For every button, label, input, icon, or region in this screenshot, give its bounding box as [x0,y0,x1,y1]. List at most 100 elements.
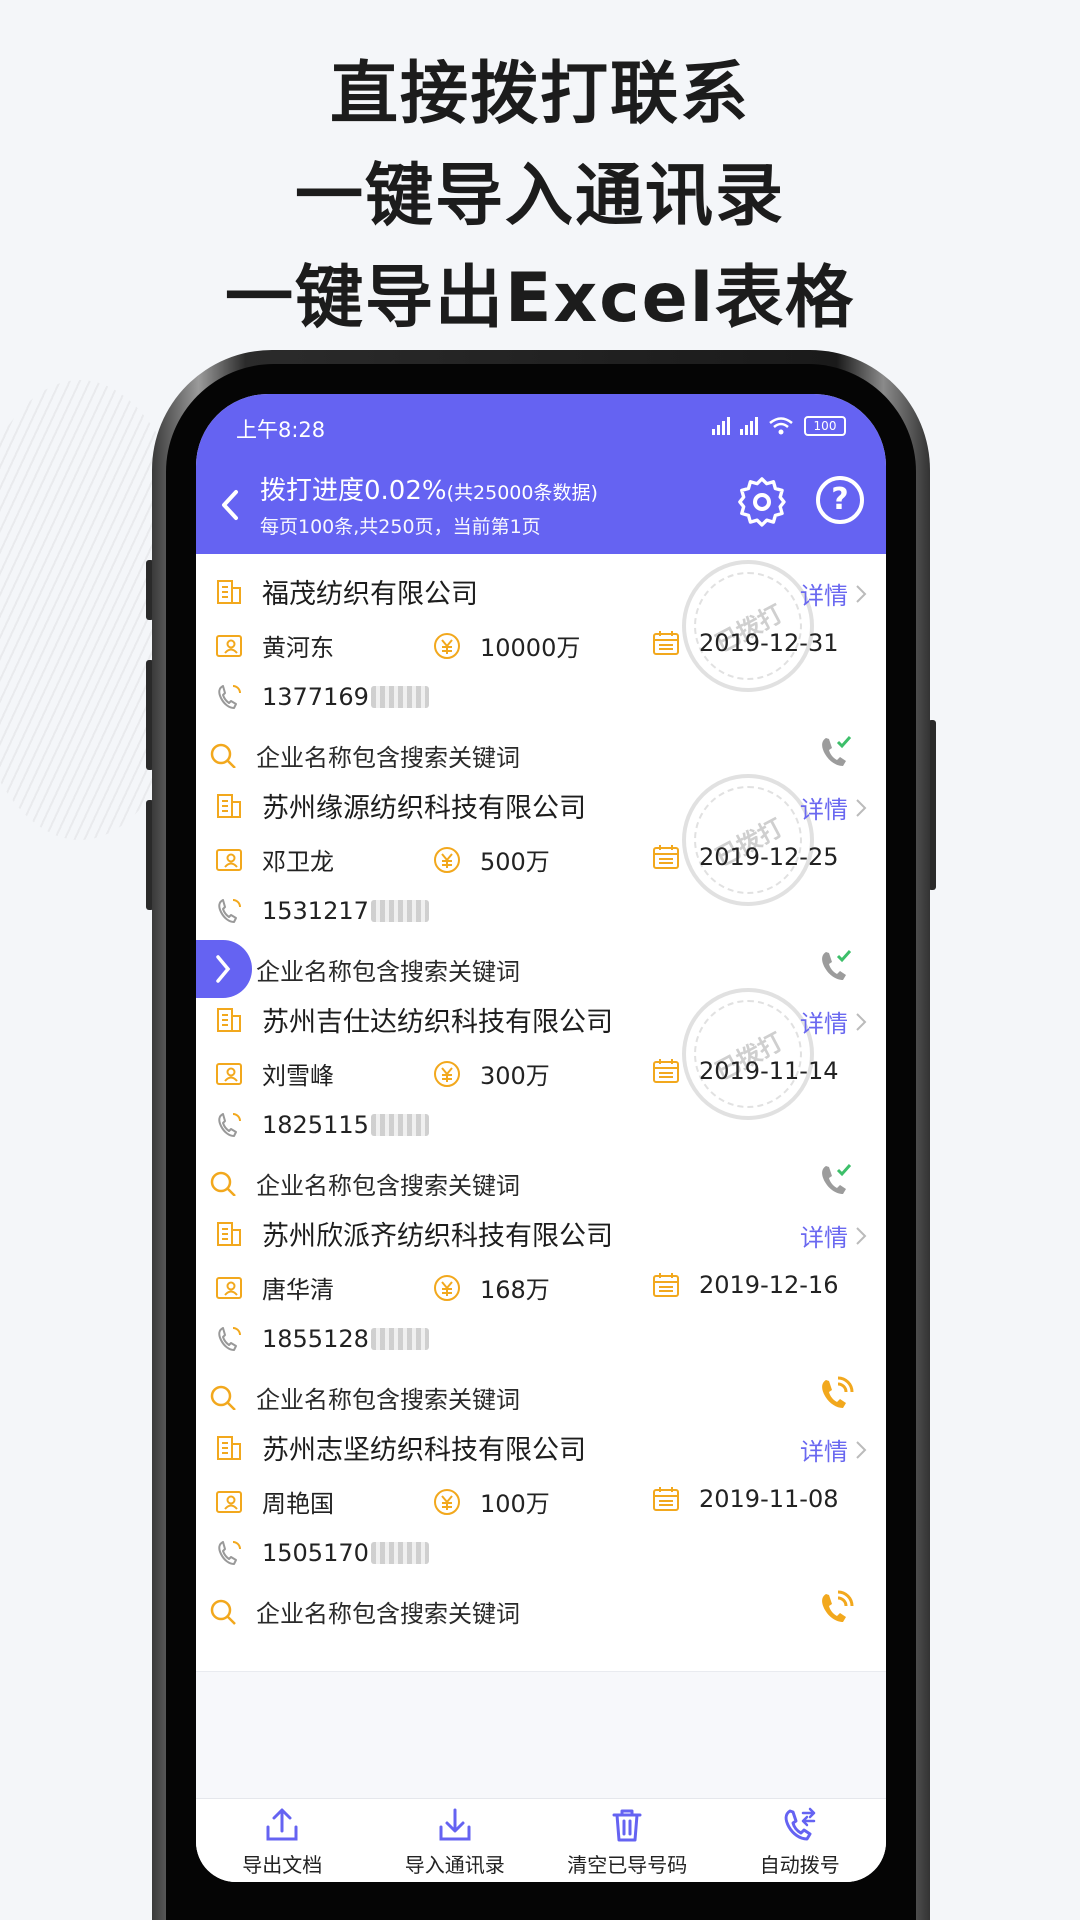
detail-label: 详情 [800,1224,848,1252]
clear-imported-label: 清空已导号码 [567,1853,688,1877]
legal-person-row: 周艳国 [214,1484,334,1519]
building-icon [217,1435,241,1460]
bottom-toolbar: 导出文档 导入通讯录 清空已导号码 自动拨号 [196,1798,886,1882]
phone-icon [218,1541,241,1565]
expand-side-tab[interactable] [196,940,252,998]
phone-icon [218,685,241,709]
phone-number[interactable]: 1377169 [262,683,369,711]
detail-link[interactable]: 详情 [800,1218,868,1253]
phone-number[interactable]: 1825115 [262,1111,369,1139]
building-icon [217,1007,241,1032]
auto-dial-phone-icon [784,1807,815,1841]
called-phone-icon[interactable] [816,732,856,772]
registered-capital: 300万 [480,1062,550,1090]
called-stamp: 已拨打 [682,988,814,1120]
company-name: 苏州缘源纺织科技有限公司 [262,793,586,824]
phone-screen: 上午8:28 100 拨打进度0.02%(共25000条数据) 每页100条,共… [196,394,886,1882]
date-row: 2019-11-14 [651,1056,838,1086]
keyword-row: 企业名称包含搜索关键词 [208,1594,520,1629]
upload-icon [266,1808,298,1841]
establish-date: 2019-11-08 [699,1485,839,1513]
search-icon [210,743,236,769]
legal-person-row: 刘雪峰 [214,1056,334,1091]
phone-row: 1377169 [214,682,429,712]
company-name: 福茂纺织有限公司 [262,579,478,610]
company-name-row: 苏州吉仕达纺织科技有限公司 [214,1000,613,1039]
trash-icon [612,1809,642,1842]
date-row: 2019-12-31 [651,628,838,658]
search-icon [210,1385,236,1411]
date-row: 2019-12-25 [651,842,838,872]
chevron-right-icon [856,1440,867,1459]
phone-number[interactable]: 1855128 [262,1325,369,1353]
company-name-row: 苏州欣派齐纺织科技有限公司 [214,1214,613,1253]
calendar-icon [653,1273,679,1297]
phone-number[interactable]: 1531217 [262,897,369,925]
clear-imported-button[interactable]: 清空已导号码 [541,1799,714,1882]
detail-link[interactable]: 详情 [800,576,868,611]
company-name-row: 福茂纺织有限公司 [214,572,478,611]
legal-person-row: 唐华清 [214,1270,334,1305]
phone-row: 1855128 [214,1324,429,1354]
establish-date: 2019-12-25 [699,843,839,871]
signal-icon [740,417,758,435]
phone-row: 1505170 [214,1538,429,1568]
phone-icon [218,899,241,923]
legal-person-name: 刘雪峰 [262,1062,334,1090]
phone-number[interactable]: 1505170 [262,1539,369,1567]
called-phone-icon[interactable] [816,946,856,986]
phone-icon [218,1113,241,1137]
capital-row: 500万 [432,842,550,877]
export-document-button[interactable]: 导出文档 [196,1799,369,1882]
headline-line-1: 直接拨打联系 [329,55,750,134]
legal-person-name: 周艳国 [262,1490,334,1518]
calendar-icon [653,1487,679,1511]
company-name: 苏州志坚纺织科技有限公司 [262,1435,586,1466]
detail-label: 详情 [800,1438,848,1466]
called-phone-icon[interactable] [816,1160,856,1200]
id-card-icon [216,1062,242,1085]
called-stamp: 已拨打 [682,560,814,692]
date-row: 2019-12-16 [651,1270,838,1300]
import-contacts-button[interactable]: 导入通讯录 [369,1799,542,1882]
yuan-coin-icon [434,846,460,873]
detail-label: 详情 [800,796,848,824]
dial-progress-text: 拨打进度0.02% [260,476,447,506]
masked-digits [370,1542,429,1564]
dial-progress-title: 拨打进度0.02%(共25000条数据) [260,470,598,507]
dial-phone-icon[interactable] [816,1374,856,1414]
registered-capital: 100万 [480,1490,550,1518]
masked-digits [370,900,429,922]
dial-phone-icon[interactable] [816,1588,856,1628]
detail-link[interactable]: 详情 [800,1004,868,1039]
company-card[interactable]: 苏州志坚纺织科技有限公司 详情 周艳国 100万 2019-11-08 1505… [196,1410,886,1672]
detail-link[interactable]: 详情 [800,790,868,825]
masked-digits [370,1114,429,1136]
auto-dial-button[interactable]: 自动拨号 [714,1799,887,1882]
calendar-icon [653,845,679,869]
id-card-icon [216,634,242,657]
total-records-text: (共25000条数据) [446,482,598,504]
building-icon [217,1221,241,1246]
import-contacts-label: 导入通讯录 [404,1853,505,1877]
settings-gear-icon[interactable] [736,476,788,528]
hd-signal-icon [712,417,730,435]
id-card-icon [216,1490,242,1513]
company-name-row: 苏州志坚纺织科技有限公司 [214,1428,586,1467]
search-icon [210,1599,236,1625]
establish-date: 2019-12-16 [699,1271,839,1299]
detail-link[interactable]: 详情 [800,1432,868,1467]
status-time: 上午8:28 [236,418,326,442]
establish-date: 2019-12-31 [699,629,839,657]
registered-capital: 10000万 [480,634,581,662]
export-document-label: 导出文档 [242,1853,323,1877]
help-question-icon[interactable]: ? [816,476,864,524]
masked-digits [370,686,429,708]
establish-date: 2019-11-14 [699,1057,839,1085]
calendar-icon [653,1059,679,1083]
chevron-right-icon [216,955,231,983]
back-button[interactable] [212,480,248,530]
company-name: 苏州吉仕达纺织科技有限公司 [262,1007,613,1038]
legal-person-row: 黄河东 [214,628,334,663]
called-stamp: 已拨打 [682,774,814,906]
